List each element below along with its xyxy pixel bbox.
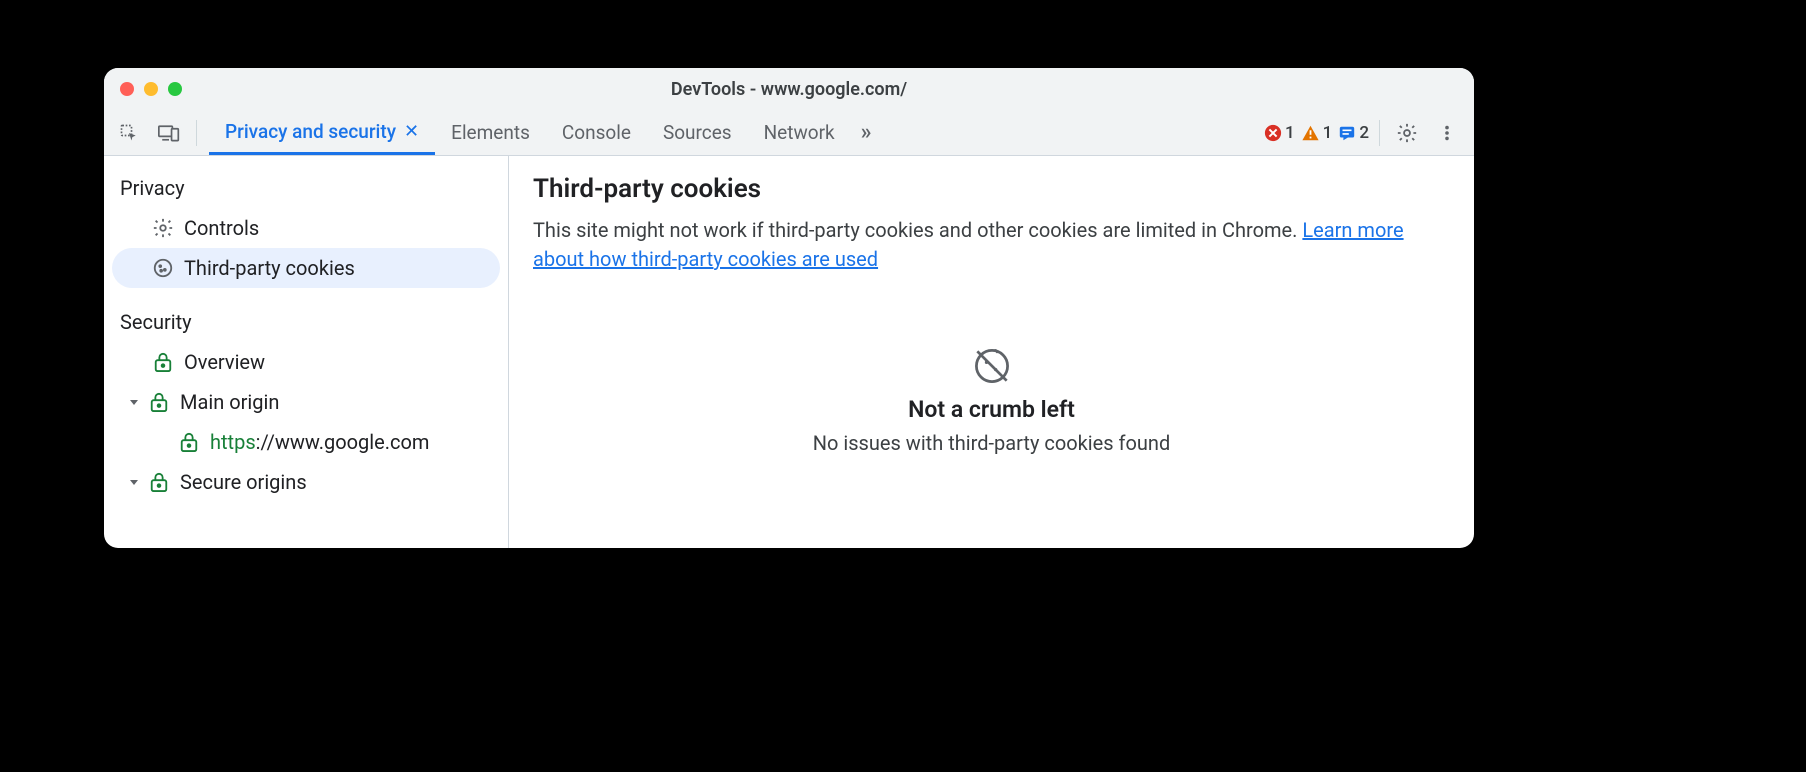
message-count-badge[interactable]: 2 bbox=[1338, 123, 1369, 143]
toolbar-divider bbox=[1379, 120, 1380, 146]
empty-state-subtitle: No issues with third-party cookies found bbox=[813, 431, 1171, 455]
description-text: This site might not work if third-party … bbox=[533, 218, 1302, 242]
settings-button[interactable] bbox=[1390, 116, 1424, 150]
more-options-button[interactable] bbox=[1430, 116, 1464, 150]
page-heading: Third-party cookies bbox=[533, 174, 1450, 204]
tab-label: Console bbox=[562, 121, 631, 144]
tab-label: Elements bbox=[451, 121, 530, 144]
window-titlebar: DevTools - www.google.com/ bbox=[104, 68, 1474, 110]
sidebar-section-privacy: Privacy bbox=[104, 170, 508, 208]
tab-elements[interactable]: Elements bbox=[435, 110, 546, 155]
tab-console[interactable]: Console bbox=[546, 110, 647, 155]
warning-count: 1 bbox=[1323, 123, 1333, 143]
sidebar-item-controls[interactable]: Controls bbox=[104, 208, 508, 248]
cookie-icon bbox=[148, 257, 178, 279]
tab-label: Sources bbox=[663, 121, 732, 144]
sidebar-item-label: Controls bbox=[178, 216, 259, 240]
sidebar: Privacy Controls Third-party cookies Sec… bbox=[104, 156, 509, 548]
tab-network[interactable]: Network bbox=[748, 110, 851, 155]
sidebar-item-label: Third-party cookies bbox=[178, 256, 355, 280]
sidebar-item-main-origin[interactable]: Main origin bbox=[104, 382, 508, 422]
sidebar-item-origin-url[interactable]: https://www.google.com bbox=[104, 422, 508, 462]
sidebar-item-label: Secure origins bbox=[174, 470, 307, 494]
sidebar-item-label: Overview bbox=[178, 350, 265, 374]
expand-arrow-icon[interactable] bbox=[124, 476, 144, 488]
warning-count-badge[interactable]: 1 bbox=[1301, 123, 1333, 143]
gear-icon bbox=[148, 217, 178, 239]
inspect-element-button[interactable] bbox=[112, 116, 146, 150]
url-rest: ://www.google.com bbox=[256, 430, 430, 454]
expand-arrow-icon[interactable] bbox=[124, 396, 144, 408]
close-tab-icon[interactable]: ✕ bbox=[404, 121, 419, 142]
lock-icon bbox=[148, 351, 178, 373]
error-count: 1 bbox=[1285, 123, 1295, 143]
page-description: This site might not work if third-party … bbox=[533, 216, 1450, 274]
window-close-button[interactable] bbox=[120, 82, 134, 96]
devtools-toolbar: Privacy and security ✕ Elements Console … bbox=[104, 110, 1474, 156]
sidebar-section-security: Security bbox=[104, 304, 508, 342]
sidebar-item-overview[interactable]: Overview bbox=[104, 342, 508, 382]
panel-tabs: Privacy and security ✕ Elements Console … bbox=[209, 110, 1254, 155]
error-count-badge[interactable]: 1 bbox=[1264, 123, 1295, 143]
lock-icon bbox=[144, 391, 174, 413]
sidebar-item-label: https://www.google.com bbox=[204, 430, 429, 454]
lock-icon bbox=[174, 431, 204, 453]
window-title: DevTools - www.google.com/ bbox=[104, 79, 1474, 100]
empty-state-title: Not a crumb left bbox=[908, 396, 1075, 423]
window-minimize-button[interactable] bbox=[144, 82, 158, 96]
more-tabs-button[interactable]: » bbox=[851, 110, 882, 155]
url-scheme: https bbox=[210, 430, 256, 454]
message-count: 2 bbox=[1359, 123, 1369, 143]
tab-label: Privacy and security bbox=[225, 120, 396, 143]
empty-state: Not a crumb left No issues with third-pa… bbox=[533, 344, 1450, 455]
devtools-window: DevTools - www.google.com/ Privacy bbox=[104, 68, 1474, 548]
toolbar-divider bbox=[196, 120, 197, 146]
sidebar-item-label: Main origin bbox=[174, 390, 279, 414]
main-content: Third-party cookies This site might not … bbox=[509, 156, 1474, 548]
sidebar-item-secure-origins[interactable]: Secure origins bbox=[104, 462, 508, 502]
window-maximize-button[interactable] bbox=[168, 82, 182, 96]
window-controls bbox=[120, 82, 182, 96]
cookie-off-icon bbox=[970, 344, 1014, 388]
lock-icon bbox=[144, 471, 174, 493]
tab-label: Network bbox=[764, 121, 835, 144]
device-toolbar-button[interactable] bbox=[152, 116, 186, 150]
tab-privacy-security[interactable]: Privacy and security ✕ bbox=[209, 110, 435, 155]
tab-sources[interactable]: Sources bbox=[647, 110, 748, 155]
sidebar-item-third-party-cookies[interactable]: Third-party cookies bbox=[112, 248, 500, 288]
panel-body: Privacy Controls Third-party cookies Sec… bbox=[104, 156, 1474, 548]
